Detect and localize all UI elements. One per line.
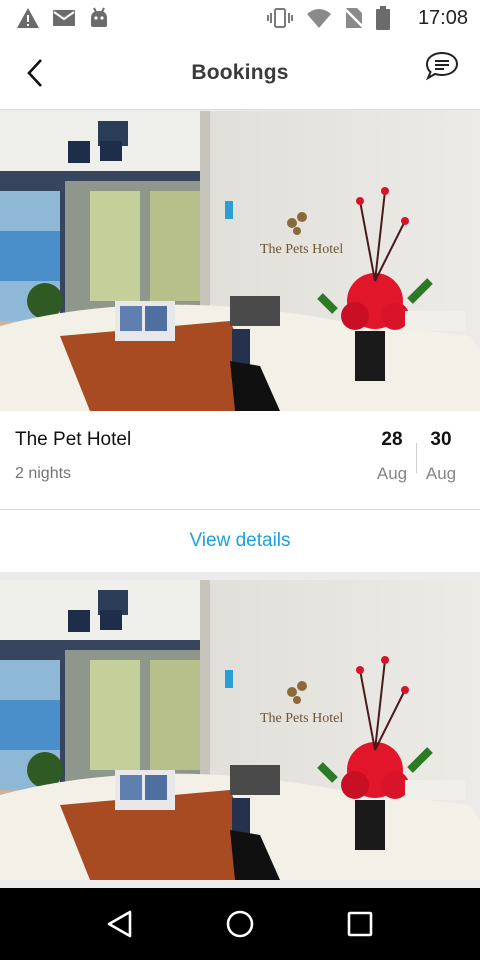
- hotel-reception-photo[interactable]: The Pets Hotel: [0, 580, 480, 880]
- battery-icon: [375, 6, 390, 30]
- nav-recents-button[interactable]: [336, 900, 384, 948]
- check-out-day: 30: [430, 429, 452, 450]
- view-details-button[interactable]: View details: [0, 510, 480, 572]
- check-in-date: 28 Aug: [368, 429, 416, 509]
- check-out-month: Aug: [425, 464, 457, 483]
- hotel-sign-text: The Pets Hotel: [260, 242, 343, 257]
- check-out-date: 30 Aug: [417, 429, 465, 509]
- nav-home-button[interactable]: [216, 900, 264, 948]
- recents-square-icon: [347, 911, 373, 937]
- mail-icon: [52, 8, 76, 28]
- hotel-reception-photo[interactable]: The Pets Hotel: [0, 111, 480, 411]
- system-nav-bar: [0, 888, 480, 960]
- back-triangle-icon: [107, 910, 132, 938]
- home-circle-icon: [226, 910, 254, 938]
- hotel-sign-text: The Pets Hotel: [260, 711, 343, 726]
- vibrate-icon: [266, 7, 294, 29]
- status-time: 17:08: [417, 6, 468, 29]
- messages-button[interactable]: [424, 50, 460, 82]
- check-in-day: 28: [381, 429, 403, 450]
- app-bar: Bookings: [0, 36, 480, 110]
- check-in-month: Aug: [376, 464, 408, 483]
- warning-icon: [16, 7, 40, 29]
- chat-bubble-icon: [425, 51, 459, 81]
- nights-count: 2 nights: [15, 465, 72, 482]
- android-icon: [88, 7, 110, 29]
- back-arrow-icon: [27, 59, 42, 87]
- page-title: Bookings: [191, 60, 289, 84]
- back-button[interactable]: [20, 58, 50, 88]
- nav-back-button[interactable]: [96, 900, 144, 948]
- hotel-name: The Pet Hotel: [15, 429, 132, 450]
- booking-card: The Pets Hotel: [0, 111, 480, 572]
- booking-info: The Pet Hotel 2 nights 28 Aug 30 Aug: [0, 411, 480, 509]
- bookings-list[interactable]: The Pets Hotel The Pet Hotel 2 nights 28…: [0, 111, 480, 888]
- status-bar: 17:08: [0, 0, 480, 36]
- booking-dates: 28 Aug 30 Aug: [368, 411, 465, 509]
- wifi-icon: [306, 7, 332, 29]
- booking-card: The Pets Hotel: [0, 580, 480, 880]
- no-sim-icon: [344, 7, 364, 29]
